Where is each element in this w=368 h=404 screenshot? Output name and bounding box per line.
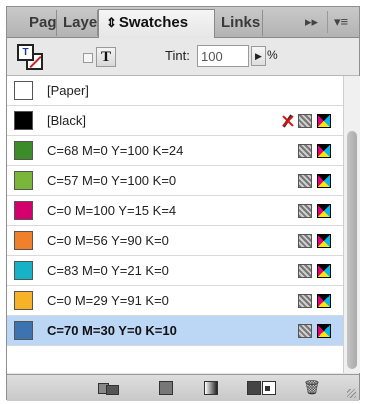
swatch-color-chip bbox=[14, 261, 33, 280]
formatting-container-button[interactable] bbox=[83, 53, 93, 63]
process-color-icon bbox=[298, 204, 312, 218]
swatch-controls: T T Tint: ▶ % bbox=[7, 38, 359, 76]
cmyk-mode-icon bbox=[317, 174, 331, 188]
new-swatch-icon[interactable] bbox=[260, 380, 276, 395]
fill-box-icon[interactable]: T bbox=[17, 44, 34, 61]
tint-label: Tint: bbox=[165, 48, 190, 63]
swatch-color-chip bbox=[14, 231, 33, 250]
collapse-panel-icon[interactable]: ▸▸ bbox=[305, 11, 318, 33]
cmyk-mode-icon bbox=[317, 294, 331, 308]
gradient-swatch-icon[interactable] bbox=[202, 380, 218, 395]
swatch-color-chip bbox=[14, 201, 33, 220]
swatch-row[interactable]: C=57 M=0 Y=100 K=0 bbox=[7, 166, 343, 196]
swatch-row[interactable]: C=0 M=100 Y=15 K=4 bbox=[7, 196, 343, 226]
panel-bottom-bar: 🗑 bbox=[7, 374, 359, 401]
swatch-row[interactable]: C=0 M=29 Y=91 K=0 bbox=[7, 286, 343, 316]
swatch-row[interactable]: [Black] bbox=[7, 106, 343, 136]
list-scrollbar[interactable] bbox=[343, 76, 360, 373]
trash-icon[interactable]: 🗑 bbox=[303, 380, 321, 394]
process-color-icon bbox=[298, 234, 312, 248]
swatch-name: C=0 M=100 Y=15 K=4 bbox=[47, 203, 177, 218]
tint-percent-label: % bbox=[267, 48, 278, 62]
swatch-row[interactable]: C=70 M=30 Y=0 K=10 bbox=[7, 316, 343, 346]
scrollbar-thumb[interactable] bbox=[347, 131, 357, 369]
swatch-name: C=83 M=0 Y=21 K=0 bbox=[47, 263, 169, 278]
panel-menu-icon[interactable]: ▾≡ bbox=[327, 11, 348, 33]
panel-tab-bar: Pages Layers ⇕Swatches Links ▸▸ ▾≡ bbox=[7, 7, 359, 38]
process-color-icon bbox=[298, 294, 312, 308]
tab-swatches-label: Swatches bbox=[118, 14, 189, 31]
swatch-list: [Paper] [Black] C=68 M=0 Y=100 K=24 C=57 M=… bbox=[7, 76, 343, 373]
cmyk-mode-icon bbox=[317, 264, 331, 278]
tab-layers[interactable]: Layers bbox=[57, 10, 98, 36]
swatch-row[interactable]: [Paper] bbox=[7, 76, 343, 106]
resize-grip-icon[interactable] bbox=[347, 389, 356, 398]
swatch-name: C=0 M=29 Y=91 K=0 bbox=[47, 293, 169, 308]
tab-links-label: Links bbox=[221, 14, 261, 31]
tint-slider-arrow-icon[interactable]: ▶ bbox=[251, 46, 266, 66]
swatch-name: C=70 M=30 Y=0 K=10 bbox=[47, 323, 177, 338]
swatch-row[interactable]: C=0 M=56 Y=90 K=0 bbox=[7, 226, 343, 256]
swatch-group-icon[interactable] bbox=[245, 380, 261, 395]
swatch-color-chip bbox=[14, 141, 33, 160]
new-color-group-icon[interactable] bbox=[157, 380, 173, 395]
process-color-icon bbox=[298, 114, 312, 128]
tab-layers-label: Layers bbox=[63, 14, 98, 31]
swatch-color-chip bbox=[14, 321, 33, 340]
swatch-color-chip bbox=[14, 291, 33, 310]
swatch-row[interactable]: C=83 M=0 Y=21 K=0 bbox=[7, 256, 343, 286]
swatch-color-chip bbox=[14, 81, 33, 100]
cmyk-mode-icon bbox=[317, 324, 331, 338]
tab-pages-label: Pages bbox=[29, 14, 57, 31]
tint-input[interactable] bbox=[197, 45, 249, 67]
swatches-panel: Pages Layers ⇕Swatches Links ▸▸ ▾≡ T T T… bbox=[6, 6, 360, 401]
swatch-name: [Paper] bbox=[47, 83, 89, 98]
cmyk-mode-icon bbox=[317, 204, 331, 218]
show-swatches-icon[interactable] bbox=[98, 380, 120, 395]
non-editable-icon bbox=[281, 114, 295, 128]
formatting-text-button[interactable]: T bbox=[96, 47, 116, 67]
cmyk-mode-icon bbox=[317, 234, 331, 248]
swatch-name: [Black] bbox=[47, 113, 87, 128]
tab-swatches[interactable]: ⇕ Swatches bbox=[98, 9, 215, 38]
process-color-icon bbox=[298, 144, 312, 158]
process-color-icon bbox=[298, 174, 312, 188]
swatch-color-chip bbox=[14, 111, 33, 130]
fill-stroke-proxy[interactable]: T bbox=[17, 44, 43, 70]
swatch-row[interactable]: C=68 M=0 Y=100 K=24 bbox=[7, 136, 343, 166]
swatch-name: C=0 M=56 Y=90 K=0 bbox=[47, 233, 169, 248]
swatch-name: C=57 M=0 Y=100 K=0 bbox=[47, 173, 177, 188]
cmyk-mode-icon bbox=[317, 144, 331, 158]
cmyk-mode-icon bbox=[317, 114, 331, 128]
process-color-icon bbox=[298, 324, 312, 338]
process-color-icon bbox=[298, 264, 312, 278]
swatch-color-chip bbox=[14, 171, 33, 190]
tab-pages[interactable]: Pages bbox=[23, 10, 57, 36]
swatches-arrows-icon: ⇕ bbox=[106, 15, 117, 30]
tab-links[interactable]: Links bbox=[215, 10, 263, 36]
swatch-name: C=68 M=0 Y=100 K=24 bbox=[47, 143, 184, 158]
